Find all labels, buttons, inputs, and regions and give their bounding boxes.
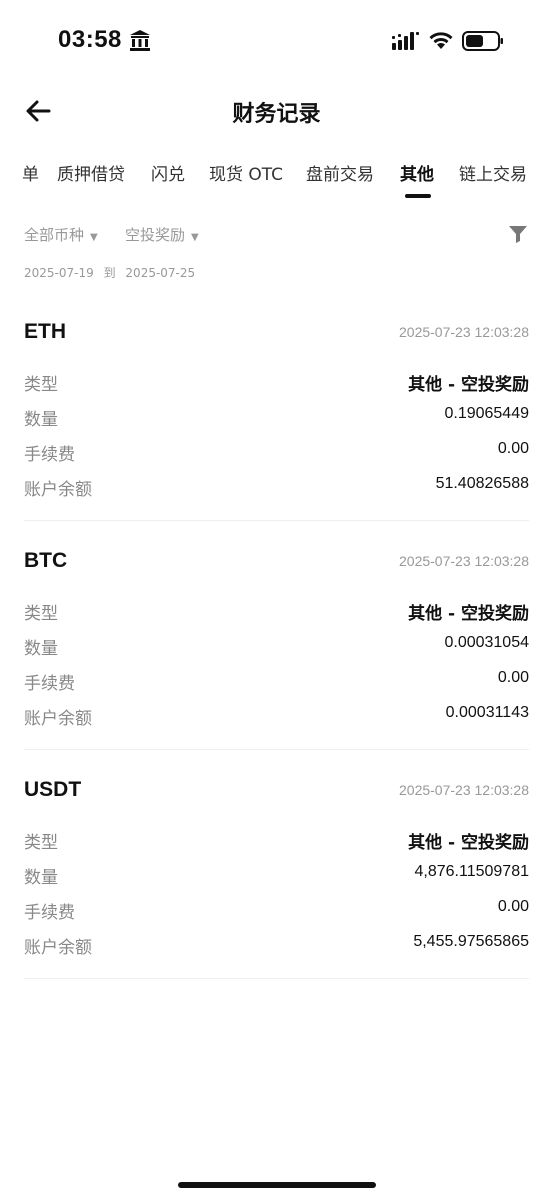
amount-label: 数量	[24, 410, 58, 430]
signal-icon	[392, 32, 419, 50]
date-end: 2025-07-25	[125, 266, 196, 280]
amount-value: 0.00031054	[444, 634, 529, 651]
record-time: 2025-07-23 12:03:28	[399, 553, 529, 569]
home-indicator[interactable]	[178, 1182, 376, 1188]
tab-other[interactable]: 其他	[400, 160, 434, 185]
type-row: 类型 其他 - 空投奖励	[24, 599, 529, 624]
wifi-icon	[429, 32, 453, 49]
type-row: 类型 其他 - 空投奖励	[24, 828, 529, 853]
fee-label: 手续费	[24, 445, 75, 465]
currency-filter[interactable]: 全部币种 ▼	[24, 224, 98, 245]
type-filter[interactable]: 空投奖励 ▼	[125, 224, 199, 245]
status-time: 03:58	[58, 26, 122, 53]
status-bar: 03:58	[0, 0, 553, 82]
date-start: 2025-07-19	[24, 266, 94, 280]
header: 财务记录	[0, 82, 553, 140]
fee-value: 0.00	[497, 440, 529, 457]
date-range[interactable]: 2025-07-19 到 2025-07-25	[24, 264, 201, 281]
amount-row: 数量 0.00031054	[24, 634, 529, 659]
balance-value: 51.40826588	[435, 475, 529, 492]
tab-bar: 单 质押借贷 闪兑 现货 OTC 盘前交易 其他 链上交易	[0, 150, 553, 200]
tab-onchain[interactable]: 链上交易	[459, 160, 527, 185]
balance-row: 账户余额 51.40826588	[24, 475, 529, 500]
balance-label: 账户余额	[24, 709, 92, 729]
fee-value: 0.00	[497, 898, 529, 915]
fee-value: 0.00	[497, 669, 529, 686]
divider	[24, 978, 529, 979]
record-coin: USDT	[24, 778, 82, 801]
record-coin: ETH	[24, 320, 66, 343]
amount-value: 0.19065449	[444, 405, 529, 422]
balance-label: 账户余额	[24, 938, 92, 958]
caret-down-icon: ▼	[191, 232, 199, 243]
tab-partial[interactable]: 单	[22, 160, 39, 185]
currency-filter-label: 全部币种	[24, 226, 85, 244]
bank-icon	[130, 30, 150, 51]
fee-row: 手续费 0.00	[24, 898, 529, 923]
record-time: 2025-07-23 12:03:28	[399, 324, 529, 340]
fee-label: 手续费	[24, 674, 75, 694]
tab-pledge-loan[interactable]: 质押借贷	[57, 160, 125, 185]
type-label: 类型	[24, 375, 58, 395]
balance-value: 0.00031143	[445, 704, 529, 721]
type-label: 类型	[24, 604, 58, 624]
funnel-icon[interactable]	[508, 224, 528, 244]
caret-down-icon: ▼	[90, 232, 98, 243]
fee-row: 手续费 0.00	[24, 440, 529, 465]
tab-spot-otc[interactable]: 现货 OTC	[209, 160, 283, 185]
type-row: 类型 其他 - 空投奖励	[24, 370, 529, 395]
record-card[interactable]: ETH 2025-07-23 12:03:28 类型 其他 - 空投奖励 数量 …	[24, 320, 529, 521]
balance-label: 账户余额	[24, 480, 92, 500]
type-value: 其他 - 空投奖励	[408, 604, 529, 624]
record-time: 2025-07-23 12:03:28	[399, 782, 529, 798]
balance-value: 5,455.97565865	[413, 933, 529, 950]
record-card[interactable]: BTC 2025-07-23 12:03:28 类型 其他 - 空投奖励 数量 …	[24, 549, 529, 750]
type-value: 其他 - 空投奖励	[408, 833, 529, 853]
type-value: 其他 - 空投奖励	[408, 375, 529, 395]
divider	[24, 520, 529, 521]
filter-row: 全部币种 ▼ 空投奖励 ▼	[0, 220, 553, 250]
date-separator: 到	[103, 266, 116, 280]
divider	[24, 749, 529, 750]
battery-icon	[462, 31, 503, 51]
type-label: 类型	[24, 833, 58, 853]
record-card[interactable]: USDT 2025-07-23 12:03:28 类型 其他 - 空投奖励 数量…	[24, 778, 529, 979]
balance-row: 账户余额 5,455.97565865	[24, 933, 529, 958]
balance-row: 账户余额 0.00031143	[24, 704, 529, 729]
type-filter-label: 空投奖励	[125, 226, 186, 244]
fee-label: 手续费	[24, 903, 75, 923]
fee-row: 手续费 0.00	[24, 669, 529, 694]
amount-label: 数量	[24, 868, 58, 888]
page-title: 财务记录	[232, 102, 321, 127]
amount-row: 数量 4,876.11509781	[24, 863, 529, 888]
tab-flash-swap[interactable]: 闪兑	[151, 160, 185, 185]
amount-label: 数量	[24, 639, 58, 659]
tab-premarket[interactable]: 盘前交易	[306, 160, 374, 185]
active-tab-indicator	[405, 194, 431, 198]
amount-value: 4,876.11509781	[414, 863, 529, 880]
record-coin: BTC	[24, 549, 68, 572]
amount-row: 数量 0.19065449	[24, 405, 529, 430]
